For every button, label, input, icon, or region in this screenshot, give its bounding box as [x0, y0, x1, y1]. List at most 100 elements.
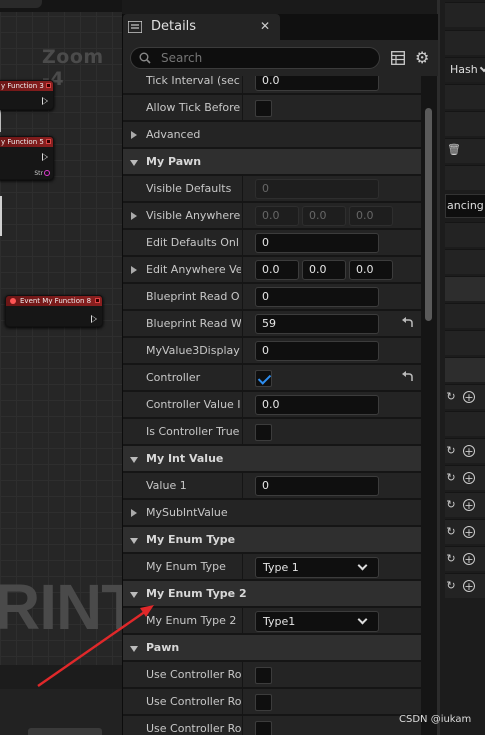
list-item[interactable]: [445, 84, 485, 109]
add-icon[interactable]: +: [463, 553, 475, 566]
category-header[interactable]: My Pawn: [123, 149, 421, 175]
add-icon[interactable]: +: [463, 499, 475, 512]
value-field[interactable]: 59: [255, 314, 379, 334]
ancing-field[interactable]: ancing: [445, 194, 485, 218]
checkbox[interactable]: [255, 100, 272, 117]
list-item[interactable]: ↻ +: [445, 573, 485, 598]
event-node-8[interactable]: Event My Function 8: [5, 295, 103, 327]
checkbox[interactable]: [255, 667, 272, 684]
list-item[interactable]: [445, 411, 485, 436]
value-field[interactable]: 0.0: [255, 395, 379, 415]
category-header[interactable]: My Int Value: [123, 446, 421, 472]
graph-bottom-button[interactable]: [28, 728, 102, 735]
link-icon[interactable]: ↻: [445, 391, 457, 403]
column-divider[interactable]: [242, 76, 243, 94]
node-delegate-pin[interactable]: [46, 83, 51, 88]
reset-to-default-icon[interactable]: [401, 317, 415, 329]
exec-out-pin[interactable]: [91, 315, 97, 323]
column-divider[interactable]: [242, 689, 243, 715]
column-divider[interactable]: [242, 365, 243, 391]
list-item[interactable]: [445, 276, 485, 301]
category-header[interactable]: Pawn: [123, 635, 421, 661]
add-icon[interactable]: +: [463, 472, 475, 485]
expand-arrow-icon[interactable]: [131, 266, 137, 274]
link-icon[interactable]: ↻: [445, 580, 457, 592]
column-divider[interactable]: [242, 419, 243, 445]
exec-out-pin[interactable]: [42, 153, 48, 161]
enum-dropdown[interactable]: Type1: [255, 611, 379, 632]
value-field[interactable]: 0: [255, 233, 379, 253]
vector-component-field[interactable]: 0.0: [302, 260, 346, 280]
list-item[interactable]: ↻ +: [445, 465, 485, 490]
list-item[interactable]: [445, 330, 485, 355]
link-icon[interactable]: ↻: [445, 499, 457, 511]
enum-dropdown[interactable]: Type 1: [255, 557, 379, 578]
category-header[interactable]: My Enum Type 2: [123, 581, 421, 607]
column-divider[interactable]: [242, 95, 243, 121]
checkbox[interactable]: [255, 370, 272, 387]
column-divider[interactable]: [242, 662, 243, 688]
exec-out-pin[interactable]: [42, 97, 48, 105]
link-icon[interactable]: ↻: [445, 526, 457, 538]
column-divider[interactable]: [242, 230, 243, 256]
column-divider[interactable]: [242, 176, 243, 202]
value-field[interactable]: 0.0: [255, 76, 379, 91]
list-item[interactable]: [445, 303, 485, 328]
search-input[interactable]: [130, 47, 380, 69]
chevron-down-icon[interactable]: [479, 63, 485, 73]
value-field[interactable]: 0: [255, 341, 379, 361]
reset-to-default-icon[interactable]: [401, 371, 415, 383]
property-group[interactable]: MySubIntValue: [123, 500, 421, 526]
gear-icon[interactable]: ⚙: [415, 49, 432, 66]
add-icon[interactable]: +: [463, 526, 475, 539]
hash-row[interactable]: Hash: [445, 57, 485, 82]
function-node-3[interactable]: y Function 3: [0, 80, 54, 110]
add-icon[interactable]: +: [463, 580, 475, 593]
node-delegate-pin[interactable]: [46, 139, 51, 144]
column-divider[interactable]: [242, 608, 243, 634]
list-item[interactable]: ↻ +: [445, 384, 485, 409]
list-item[interactable]: ↻ +: [445, 492, 485, 517]
trash-icon[interactable]: 🗑: [447, 144, 461, 156]
graph-tab[interactable]: [0, 0, 42, 8]
value-field[interactable]: 0: [255, 287, 379, 307]
column-divider[interactable]: [242, 257, 243, 283]
column-divider[interactable]: [242, 716, 243, 735]
tab-details[interactable]: Details ✕: [123, 14, 280, 40]
column-divider[interactable]: [242, 203, 243, 229]
expand-arrow-icon[interactable]: [131, 509, 137, 517]
vector-component-field[interactable]: 0.0: [349, 260, 393, 280]
list-item[interactable]: ↻ +: [445, 438, 485, 463]
checkbox[interactable]: [255, 721, 272, 735]
list-item[interactable]: [445, 111, 485, 136]
function-node-5[interactable]: y Function 5 Str: [0, 136, 54, 180]
checkbox[interactable]: [255, 694, 272, 711]
property-group[interactable]: Advanced: [123, 122, 421, 148]
list-item[interactable]: [445, 249, 485, 274]
column-divider[interactable]: [242, 392, 243, 418]
add-icon[interactable]: +: [463, 391, 475, 404]
column-divider[interactable]: [242, 338, 243, 364]
string-out-pin[interactable]: [44, 170, 50, 176]
expand-arrow-icon[interactable]: [131, 212, 137, 220]
column-divider[interactable]: [242, 554, 243, 580]
delete-row[interactable]: 🗑: [445, 138, 485, 163]
close-icon[interactable]: ✕: [260, 19, 270, 33]
expand-arrow-icon[interactable]: [131, 131, 137, 139]
list-item[interactable]: [445, 2, 485, 27]
list-item[interactable]: ↻ +: [445, 519, 485, 544]
checkbox[interactable]: [255, 424, 272, 441]
vector-component-field[interactable]: 0.0: [255, 260, 299, 280]
blueprint-graph[interactable]: Zoom -4 y Function 3 y Function 5 Str Ev…: [0, 0, 122, 735]
list-item[interactable]: [445, 30, 485, 55]
list-item[interactable]: [445, 357, 485, 382]
value-field[interactable]: 0: [255, 476, 379, 496]
column-divider[interactable]: [242, 473, 243, 499]
add-icon[interactable]: +: [463, 445, 475, 458]
link-icon[interactable]: ↻: [445, 472, 457, 484]
column-divider[interactable]: [242, 311, 243, 337]
scrollbar-thumb[interactable]: [425, 108, 432, 321]
list-item[interactable]: ↻ +: [445, 546, 485, 571]
column-divider[interactable]: [242, 284, 243, 310]
link-icon[interactable]: ↻: [445, 553, 457, 565]
